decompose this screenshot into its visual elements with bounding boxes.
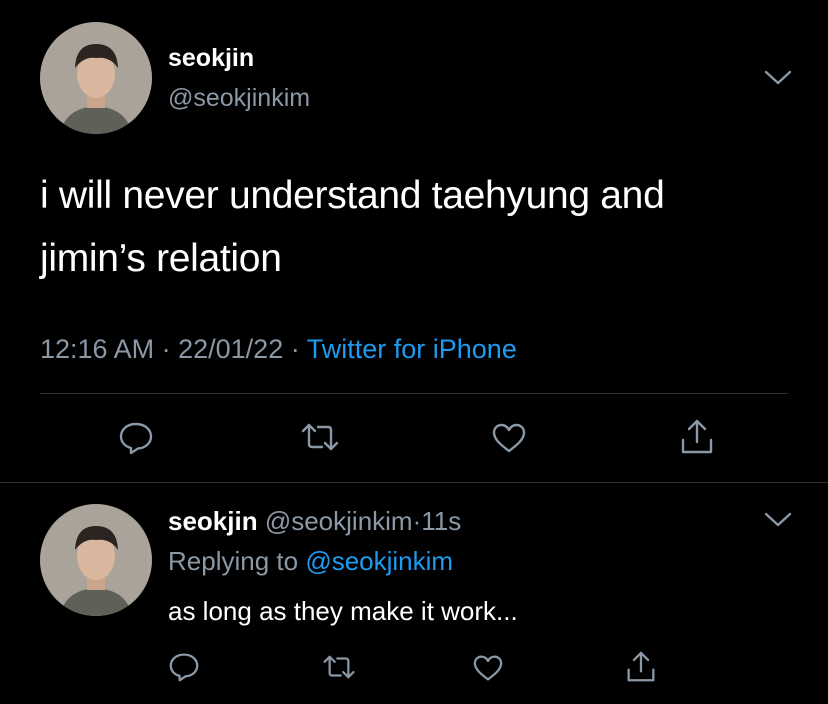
- replying-handle-link[interactable]: @seokjinkim: [305, 546, 453, 576]
- comment-icon[interactable]: [118, 421, 154, 455]
- separator: ·: [290, 334, 300, 364]
- tweet-age[interactable]: 11s: [421, 506, 461, 536]
- retweet-icon[interactable]: [322, 654, 356, 680]
- user-handle[interactable]: @seokjinkim: [265, 506, 413, 536]
- tweet-time: 12:16 AM: [40, 334, 155, 364]
- divider: [40, 393, 788, 394]
- divider: [0, 482, 828, 483]
- tweet-text: i will never understand taehyung and jim…: [40, 164, 665, 290]
- tweet-text: as long as they make it work...: [168, 596, 518, 626]
- replying-to: Replying to @seokjinkim: [168, 546, 453, 577]
- chevron-down-icon[interactable]: [764, 512, 792, 528]
- tweet-text-line: jimin’s relation: [40, 237, 282, 280]
- replying-prefix: Replying to: [168, 546, 299, 576]
- display-name[interactable]: seokjin: [168, 506, 258, 536]
- tweet-date: 22/01/22: [178, 334, 284, 364]
- tweet-source-link[interactable]: Twitter for iPhone: [307, 334, 517, 364]
- tweet-text-line: i will never understand taehyung and: [40, 174, 665, 217]
- avatar[interactable]: [40, 504, 152, 616]
- retweet-icon[interactable]: [300, 422, 340, 452]
- like-icon[interactable]: [491, 422, 527, 454]
- separator: ·: [161, 334, 171, 364]
- separator: ·: [412, 506, 422, 536]
- share-icon[interactable]: [680, 418, 714, 456]
- like-icon[interactable]: [472, 654, 504, 682]
- tweet-meta: 12:16 AM · 22/01/22 · Twitter for iPhone: [40, 334, 517, 365]
- share-icon[interactable]: [626, 650, 656, 684]
- avatar[interactable]: [40, 22, 152, 134]
- reply-header: seokjin @seokjinkim·11s: [168, 506, 461, 537]
- display-name[interactable]: seokjin: [168, 44, 254, 73]
- chevron-down-icon[interactable]: [764, 70, 792, 86]
- user-handle[interactable]: @seokjinkim: [168, 84, 310, 113]
- comment-icon[interactable]: [168, 652, 200, 682]
